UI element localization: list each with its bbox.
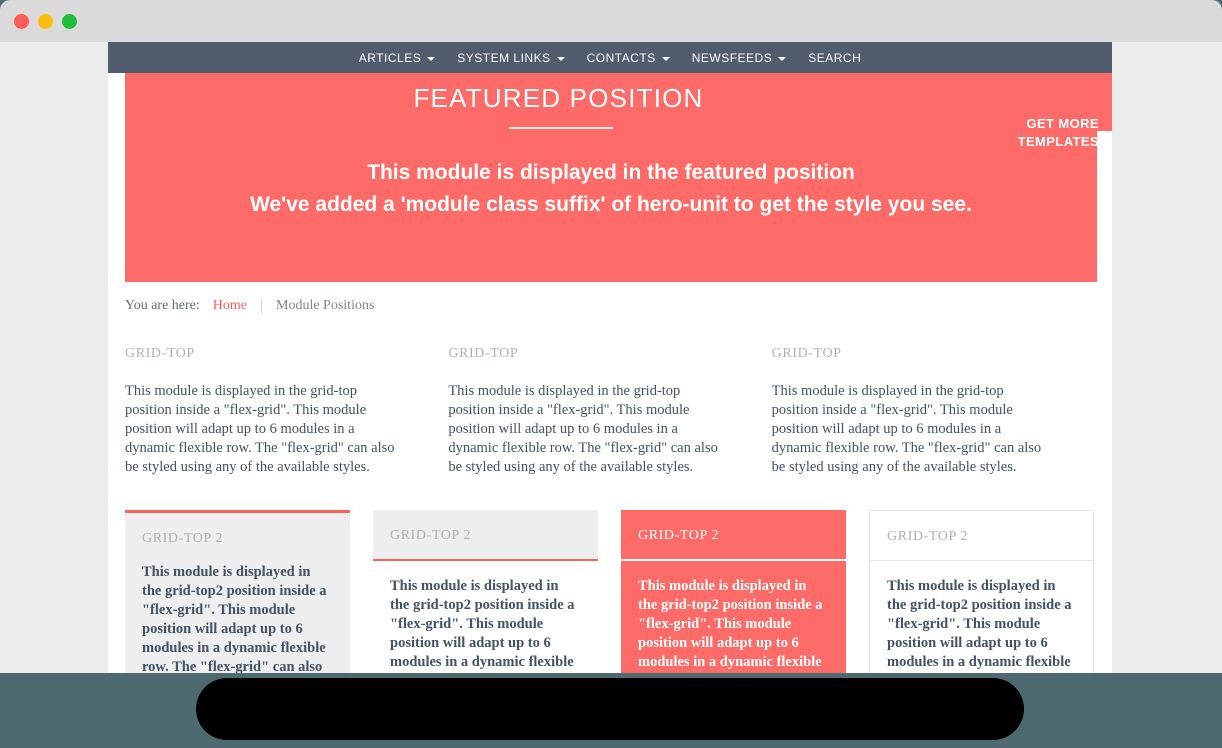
- minimize-window-button[interactable]: [38, 14, 53, 29]
- breadcrumb-link-home[interactable]: Home: [213, 298, 247, 314]
- grid-top2-card-2: GRID-TOP 2 This module is displayed in t…: [373, 510, 598, 673]
- browser-window-titlebar: [0, 0, 1222, 42]
- card-body: This module is displayed in the grid-top…: [638, 578, 823, 670]
- hero-unit: This module is displayed in the featured…: [125, 131, 1097, 282]
- breadcrumb-current: Module Positions: [276, 298, 375, 313]
- nav-item-contacts[interactable]: CONTACTS: [576, 51, 681, 65]
- chevron-down-icon: [778, 56, 787, 61]
- chevron-down-icon: [661, 56, 670, 61]
- card-heading: GRID-TOP 2: [621, 510, 846, 561]
- module-heading: GRID-TOP: [125, 346, 195, 361]
- module-heading: GRID-TOP: [771, 346, 842, 361]
- get-more-templates-line2: TEMPLATES: [1017, 134, 1099, 149]
- close-window-button[interactable]: [14, 14, 29, 29]
- nav-item-articles[interactable]: ARTICLES: [348, 51, 446, 65]
- breadcrumb-divider: [261, 298, 262, 314]
- nav-item-newsfeeds[interactable]: NEWSFEEDS: [681, 51, 798, 65]
- nav-item-system-links[interactable]: SYSTEM LINKS: [446, 51, 575, 65]
- featured-position-module: FEATURED POSITION GET MORE TEMPLATES Thi…: [108, 73, 1112, 282]
- card-body: This module is displayed in the grid-top…: [887, 578, 1072, 670]
- module-body: This module is displayed in the grid-top…: [771, 383, 1042, 475]
- nav-item-label: SYSTEM LINKS: [457, 50, 551, 65]
- redacted-overlay: [196, 678, 1024, 740]
- maximize-window-button[interactable]: [62, 14, 77, 29]
- get-more-templates-line1: GET MORE: [1026, 116, 1099, 131]
- module-body: This module is displayed in the grid-top…: [448, 383, 718, 475]
- get-more-templates-link[interactable]: GET MORE TEMPLATES: [1018, 115, 1099, 151]
- module-body: This module is displayed in the grid-top…: [125, 383, 395, 475]
- hero-line-1: This module is displayed in the featured…: [367, 161, 855, 184]
- grid-top2-card-4: GRID-TOP 2 This module is displayed in t…: [869, 510, 1094, 673]
- grid-top-module-2: GRID-TOP This module is displayed in the…: [448, 346, 771, 477]
- card-body: This module is displayed in the grid-top…: [390, 578, 575, 670]
- featured-header-bar: FEATURED POSITION GET MORE TEMPLATES: [125, 73, 1112, 149]
- nav-item-label: NEWSFEEDS: [691, 50, 773, 65]
- browser-viewport: ARTICLES SYSTEM LINKS CONTACTS NEWSFEEDS…: [0, 42, 1222, 673]
- card-heading: GRID-TOP 2: [142, 531, 224, 546]
- grid-top2-row: GRID-TOP 2 This module is displayed in t…: [125, 510, 1095, 673]
- grid-top-row: GRID-TOP This module is displayed in the…: [125, 346, 1095, 477]
- nav-item-label: ARTICLES: [358, 50, 422, 65]
- title-underline: [508, 127, 613, 129]
- chevron-down-icon: [427, 56, 436, 61]
- module-heading: GRID-TOP: [448, 346, 519, 361]
- nav-item-label: CONTACTS: [586, 50, 656, 65]
- nav-item-label: SEARCH: [808, 50, 862, 65]
- page-title: FEATURED POSITION: [413, 83, 704, 113]
- card-body: This module is displayed in the grid-top…: [142, 564, 327, 673]
- grid-top2-card-3: GRID-TOP 2 This module is displayed in t…: [621, 510, 846, 673]
- grid-top-module-3: GRID-TOP This module is displayed in the…: [772, 346, 1095, 477]
- window-controls: [14, 14, 77, 29]
- card-heading: GRID-TOP 2: [870, 511, 1093, 561]
- hero-line-2: We've added a 'module class suffix' of h…: [250, 193, 972, 216]
- grid-top2-card-1: GRID-TOP 2 This module is displayed in t…: [125, 510, 350, 673]
- breadcrumb-label: You are here:: [125, 298, 200, 313]
- main-navigation: ARTICLES SYSTEM LINKS CONTACTS NEWSFEEDS…: [108, 42, 1112, 73]
- nav-item-search[interactable]: SEARCH: [797, 51, 872, 65]
- card-heading: GRID-TOP 2: [373, 510, 598, 561]
- chevron-down-icon: [556, 56, 565, 61]
- grid-top-module-1: GRID-TOP This module is displayed in the…: [125, 346, 448, 477]
- site-canvas: ARTICLES SYSTEM LINKS CONTACTS NEWSFEEDS…: [108, 42, 1112, 673]
- breadcrumb: You are here: Home Module Positions: [125, 282, 1095, 326]
